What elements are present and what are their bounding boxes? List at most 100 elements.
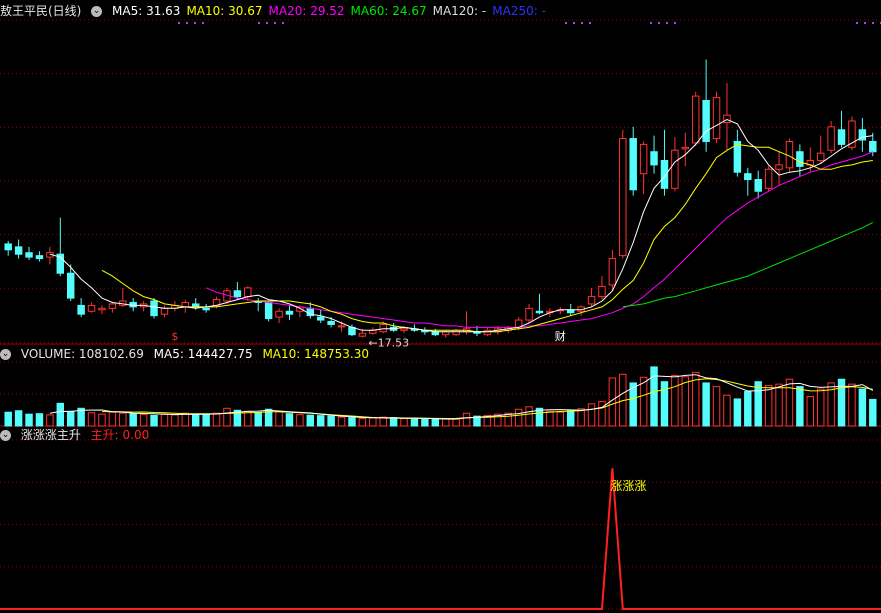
volume-bar xyxy=(671,375,679,427)
volume-bar xyxy=(660,381,669,427)
volume-bar xyxy=(702,382,710,427)
volume-bar xyxy=(775,383,783,427)
volume-bar xyxy=(4,411,12,427)
marker-dot xyxy=(674,22,676,24)
volume-bar xyxy=(441,418,450,427)
volume-bar xyxy=(160,413,169,427)
candle-body xyxy=(160,307,169,315)
marker-dot xyxy=(565,22,567,24)
volume-bar xyxy=(858,388,867,427)
volume-bar xyxy=(806,395,815,427)
volume-bar xyxy=(14,410,23,427)
candle-body xyxy=(796,151,804,167)
marker-dot xyxy=(178,22,180,24)
volume-bar xyxy=(254,411,262,427)
candle-body xyxy=(379,323,387,333)
candle-body xyxy=(275,310,283,318)
chevron-down-icon[interactable]: ⌄ xyxy=(91,6,103,17)
candle-body xyxy=(712,97,721,140)
candle-body xyxy=(285,310,294,315)
volume-bar xyxy=(796,386,804,427)
volume-bar xyxy=(108,411,117,427)
candle-body xyxy=(650,151,658,166)
volume-ma5: MA5: 144427.75 xyxy=(153,347,253,361)
marker-dot xyxy=(186,22,188,24)
marker-dot xyxy=(194,22,196,24)
volume-bar xyxy=(848,383,856,427)
candle-body xyxy=(869,140,877,153)
volume-bar xyxy=(202,414,210,427)
price-panel: ←17.53$ 财 xyxy=(4,22,881,350)
volume-bar xyxy=(389,417,398,427)
candle-body xyxy=(837,129,846,145)
candle-body xyxy=(691,95,700,144)
volume-bar xyxy=(525,406,533,427)
chevron-down-icon[interactable]: ⌄ xyxy=(0,349,11,360)
volume-ma10: MA10: 148753.30 xyxy=(262,347,370,361)
candle-body xyxy=(660,160,669,189)
volume-bar xyxy=(764,384,773,427)
volume-bar xyxy=(66,410,75,427)
volume-bar xyxy=(639,376,648,427)
volume-bar xyxy=(816,388,825,427)
volume-bar xyxy=(337,416,346,427)
indicator-value: 主升: 0.00 xyxy=(90,428,150,442)
indicator-title[interactable]: 涨涨涨主升 xyxy=(21,428,81,442)
volume-bar xyxy=(598,400,606,427)
marker-dot xyxy=(864,22,866,24)
volume-bar xyxy=(410,418,419,427)
marker-dot xyxy=(274,22,276,24)
candle-body xyxy=(744,173,752,181)
marker-dot xyxy=(258,22,260,24)
candle-body xyxy=(483,329,492,336)
volume-bar xyxy=(56,402,65,427)
volume-bar xyxy=(129,413,137,427)
candle-body xyxy=(598,285,606,298)
marker-dot xyxy=(650,22,652,24)
volume-bar xyxy=(191,413,200,427)
stock-chart-window: ←17.53 $ 财 涨涨涨 敖王平民(日线) ⌄ MA5: 31.63 MA10: … xyxy=(0,0,881,613)
candle-body xyxy=(671,149,679,189)
price-panel-header: 敖王平民(日线) ⌄ MA5: 31.63 MA10: 30.67 MA20: 29… xyxy=(0,2,558,20)
candle-body xyxy=(681,146,690,150)
stock-title[interactable]: 敖王平民(日线) xyxy=(0,4,81,18)
marker-dot xyxy=(658,22,660,24)
marker-dot xyxy=(266,22,268,24)
event-marker: $ xyxy=(171,330,178,343)
candle-body xyxy=(639,143,648,175)
candle-body xyxy=(400,328,408,331)
candle-body xyxy=(35,255,44,260)
volume-panel xyxy=(4,366,877,427)
volume-bar xyxy=(431,418,440,427)
volume-panel-header: ⌄ VOLUME: 108102.69 MA5: 144427.75 MA10:… xyxy=(0,345,375,363)
marker-dot xyxy=(589,22,591,24)
ma-label-3: MA60: 24.67 xyxy=(350,4,427,18)
candle-body xyxy=(244,287,252,298)
candle-body xyxy=(816,152,825,162)
chevron-down-icon[interactable]: ⌄ xyxy=(0,430,11,441)
candle-body xyxy=(452,329,460,336)
volume-bar xyxy=(285,413,294,427)
volume-bar xyxy=(566,410,575,427)
candle-body xyxy=(337,325,346,328)
volume-bar xyxy=(452,418,460,427)
volume-bar xyxy=(754,381,762,427)
indicator-line xyxy=(0,468,881,610)
marker-dot xyxy=(573,22,575,24)
candle-body xyxy=(25,252,33,258)
marker-dot xyxy=(581,22,583,24)
candle-body xyxy=(14,246,23,255)
ma-label-4: MA120: - xyxy=(432,4,487,18)
volume-bar xyxy=(275,411,283,427)
event-marker: 财 xyxy=(555,329,566,343)
ma-legend: MA5: 31.63 MA10: 30.67 MA20: 29.52 MA60: 24… xyxy=(112,4,552,18)
volume-bar xyxy=(46,414,54,427)
ma-label-5: MA250: - xyxy=(492,4,546,18)
volume-bar xyxy=(546,410,554,427)
volume-bar xyxy=(785,378,794,427)
signal-label: 涨涨涨 xyxy=(610,478,646,493)
candle-body xyxy=(98,307,106,311)
volume-bar xyxy=(25,413,33,427)
marker-dot xyxy=(856,22,858,24)
volume-bar xyxy=(327,415,335,427)
